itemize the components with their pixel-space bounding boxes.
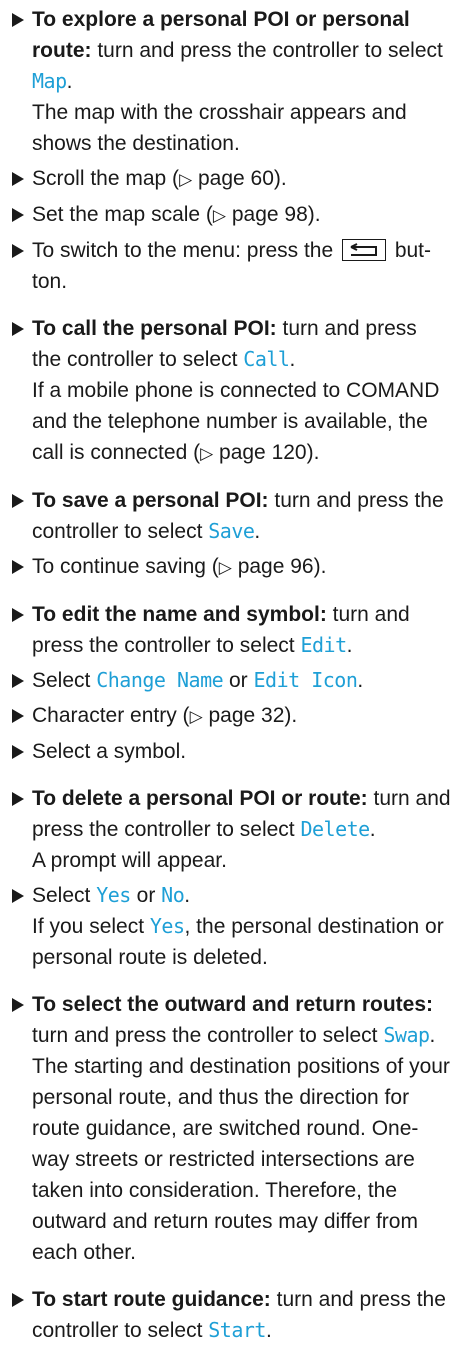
result-text: If you select [32, 915, 150, 938]
ui-term-yes: Yes [149, 914, 185, 938]
triangle-right-outline-icon: ▷ [179, 170, 193, 189]
ui-term-call: Call [243, 347, 290, 371]
ui-term-yes: Yes [96, 883, 131, 907]
ui-term-delete: Delete [300, 817, 370, 841]
step-save-poi: To save a personal POI: turn and press t… [8, 485, 451, 547]
triangle-bullet-icon [12, 998, 24, 1012]
step-result: A prompt will appear. [32, 849, 227, 872]
step-result: The starting and destination positions o… [32, 1055, 450, 1264]
step-start-guidance: To start route guidance: turn and press … [8, 1284, 451, 1346]
triangle-right-outline-icon: ▷ [200, 444, 214, 463]
triangle-bullet-icon [12, 1293, 24, 1307]
step-text: turn and press the controller to select [32, 1024, 384, 1047]
ui-term-change-name: Change Name [96, 668, 224, 692]
step-text: . [357, 669, 364, 692]
step-result: The map with the crosshair appears and s… [32, 101, 407, 155]
triangle-right-outline-icon: ▷ [189, 707, 203, 726]
step-select-yes-no: Select Yes or No. If you select Yes, the… [8, 880, 451, 973]
step-text: ). [307, 203, 321, 226]
step-text: . [369, 818, 376, 841]
triangle-bullet-icon [12, 172, 24, 186]
step-text: Scroll the map ( [32, 167, 180, 190]
step-result: If you select Yes, the personal destinat… [32, 911, 451, 973]
step-text: Select [32, 669, 97, 692]
result-text: ). [306, 441, 320, 464]
step-heading: To select the outward and return routes: [32, 993, 433, 1016]
page-reference: page 98 [231, 203, 308, 226]
triangle-bullet-icon [12, 889, 24, 903]
ui-term-start: Start [208, 1318, 266, 1342]
triangle-bullet-icon [12, 745, 24, 759]
step-heading: To delete a personal POI or route: [32, 787, 368, 810]
step-text: . [184, 884, 191, 907]
step-result: If a mobile phone is connected to COMAND… [32, 375, 451, 469]
triangle-right-outline-icon: ▷ [212, 206, 226, 225]
ui-term-no: No [161, 883, 185, 907]
step-edit-name: To edit the name and symbol: turn and pr… [8, 599, 451, 661]
step-heading: To edit the name and symbol: [32, 603, 327, 626]
triangle-bullet-icon [12, 560, 24, 574]
step-text: Select [32, 884, 97, 907]
triangle-bullet-icon [12, 709, 24, 723]
triangle-bullet-icon [12, 322, 24, 336]
instruction-page: To explore a personal POI or personal ro… [0, 4, 463, 1346]
step-scroll-map: Scroll the map (▷ page 60). [8, 163, 451, 195]
triangle-bullet-icon [12, 674, 24, 688]
page-reference: page 60 [197, 167, 274, 190]
triangle-bullet-icon [12, 244, 24, 258]
ui-term-map: Map [32, 69, 67, 93]
step-text: . [429, 1024, 436, 1047]
step-text: or [223, 669, 254, 692]
triangle-bullet-icon [12, 792, 24, 806]
step-delete-poi: To delete a personal POI or route: turn … [8, 783, 451, 876]
step-select-change: Select Change Name or Edit Icon. [8, 665, 451, 696]
triangle-bullet-icon [12, 13, 24, 27]
step-text: . [289, 348, 296, 371]
step-text: . [265, 1319, 272, 1342]
step-text: turn and press the controller to select [91, 39, 443, 62]
step-explore-poi: To explore a personal POI or personal ro… [8, 4, 451, 159]
step-text: or [130, 884, 162, 907]
step-select-symbol: Select a symbol. [8, 736, 451, 767]
triangle-right-outline-icon: ▷ [218, 558, 232, 577]
triangle-bullet-icon [12, 608, 24, 622]
step-text: ). [273, 167, 287, 190]
ui-term-swap: Swap [383, 1023, 430, 1047]
step-heading: To call the personal POI: [32, 317, 277, 340]
step-text: . [254, 520, 261, 543]
step-character-entry: Character entry (▷ page 32). [8, 700, 451, 732]
page-reference: page 96 [237, 555, 314, 578]
step-map-scale: Set the map scale (▷ page 98). [8, 199, 451, 231]
step-text: To switch to the menu: press the [32, 239, 339, 262]
triangle-bullet-icon [12, 494, 24, 508]
step-text: . [66, 70, 73, 93]
step-text: ). [313, 555, 327, 578]
step-swap-routes: To select the outward and return routes:… [8, 989, 451, 1268]
step-continue-saving: To continue saving (▷ page 96). [8, 551, 451, 583]
step-text: Select a symbol. [32, 740, 187, 763]
step-text: ). [284, 704, 298, 727]
step-heading: To start route guidance: [32, 1288, 271, 1311]
ui-term-save: Save [208, 519, 255, 543]
page-reference: page 120 [219, 441, 307, 464]
step-text: To continue saving ( [32, 555, 219, 578]
step-heading: To save a personal POI: [32, 489, 269, 512]
ui-term-edit-icon: Edit Icon [253, 668, 358, 692]
step-text: Set the map scale ( [32, 203, 213, 226]
triangle-bullet-icon [12, 208, 24, 222]
step-text: . [346, 634, 353, 657]
step-text: Character entry ( [32, 704, 190, 727]
step-switch-menu: To switch to the menu: press the but-ton… [8, 235, 451, 297]
page-reference: page 32 [208, 704, 285, 727]
back-button-icon [341, 239, 386, 261]
ui-term-edit: Edit [300, 633, 347, 657]
step-call-poi: To call the personal POI: turn and press… [8, 313, 451, 469]
